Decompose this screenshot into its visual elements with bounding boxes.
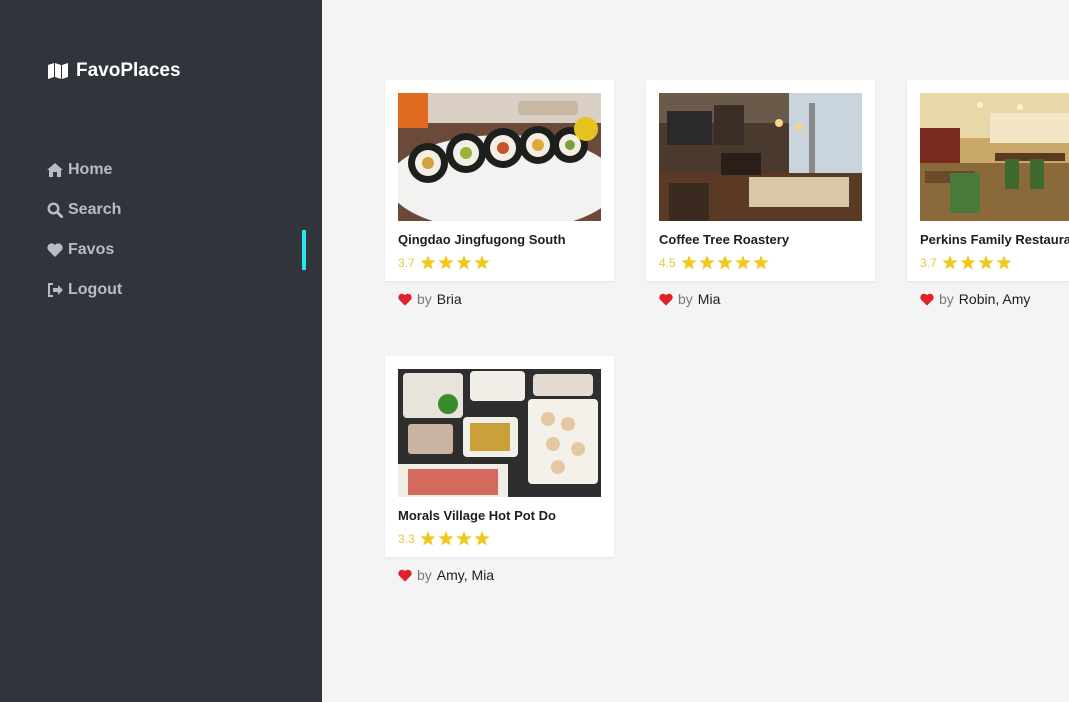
place-photo: [659, 93, 862, 221]
by-label: by: [417, 567, 432, 583]
star-icon: [996, 255, 1012, 270]
rating: 3.7: [398, 255, 492, 270]
star-icon: [735, 255, 751, 270]
place-name[interactable]: Qingdao Jingfugong South: [398, 232, 618, 247]
star-icon: [438, 255, 454, 270]
favorited-by-names: Mia: [697, 291, 721, 307]
place-name[interactable]: Perkins Family Restaurant: [920, 232, 1069, 247]
heart-icon[interactable]: [398, 293, 412, 306]
by-label: by: [939, 291, 954, 307]
by-label: by: [417, 291, 432, 307]
home-icon: [47, 162, 63, 178]
favorited-by: by Bria: [398, 291, 462, 307]
map-icon: [48, 63, 68, 79]
nav-label-favos: Favos: [68, 241, 115, 258]
star-icon: [420, 255, 436, 270]
main-nav: Home Search Favos Logout: [47, 158, 122, 318]
star-icon: [681, 255, 697, 270]
nav-label-search: Search: [68, 201, 122, 218]
star-icon: [474, 255, 490, 270]
favorited-by-names: Bria: [436, 291, 462, 307]
star-icon: [753, 255, 769, 270]
logout-icon: [47, 282, 63, 298]
star-icon: [456, 531, 472, 546]
star-icon: [960, 255, 976, 270]
rating: 3.3: [398, 531, 492, 546]
place-card[interactable]: Perkins Family Restaurant 3.7: [907, 80, 1069, 281]
star-icon: [978, 255, 994, 270]
nav-item-search[interactable]: Search: [47, 198, 122, 222]
place-photo: [398, 369, 601, 497]
nav-label-logout: Logout: [68, 281, 123, 298]
search-icon: [47, 202, 63, 218]
nav-label-home: Home: [68, 161, 113, 178]
rating-value: 3.7: [920, 255, 937, 270]
star-icon: [474, 531, 490, 546]
heart-icon[interactable]: [398, 569, 412, 582]
rating-value: 4.5: [659, 255, 676, 270]
place-name[interactable]: Coffee Tree Roastery: [659, 232, 879, 247]
place-card[interactable]: Coffee Tree Roastery 4.5: [646, 80, 875, 281]
heart-icon[interactable]: [920, 293, 934, 306]
heart-icon[interactable]: [659, 293, 673, 306]
star-icon: [420, 531, 436, 546]
sidebar: FavoPlaces Home Search Favos Logout: [0, 0, 322, 702]
favorited-by: by Robin, Amy: [920, 291, 1030, 307]
rating-value: 3.7: [398, 255, 415, 270]
active-nav-indicator: [302, 230, 306, 270]
place-card[interactable]: Qingdao Jingfugong South 3.7: [385, 80, 614, 281]
star-icon: [717, 255, 733, 270]
by-label: by: [678, 291, 693, 307]
star-icon: [942, 255, 958, 270]
rating: 3.7: [920, 255, 1014, 270]
nav-item-favos[interactable]: Favos: [47, 238, 122, 262]
place-card[interactable]: Morals Village Hot Pot Do 3.3: [385, 356, 614, 557]
nav-item-home[interactable]: Home: [47, 158, 122, 182]
star-icon: [456, 255, 472, 270]
star-icon: [699, 255, 715, 270]
favorited-by-names: Amy, Mia: [436, 567, 495, 583]
favorited-by-names: Robin, Amy: [958, 291, 1031, 307]
app-name: FavoPlaces: [76, 60, 181, 81]
place-photo: [398, 93, 601, 221]
nav-item-logout[interactable]: Logout: [47, 278, 122, 302]
rating: 4.5: [659, 255, 771, 270]
rating-value: 3.3: [398, 531, 415, 546]
place-photo: [920, 93, 1069, 221]
brand[interactable]: FavoPlaces: [47, 60, 181, 82]
place-name[interactable]: Morals Village Hot Pot Do: [398, 508, 618, 523]
heart-icon: [47, 242, 63, 258]
star-icon: [438, 531, 454, 546]
favorited-by: by Amy, Mia: [398, 567, 494, 583]
favorited-by: by Mia: [659, 291, 720, 307]
